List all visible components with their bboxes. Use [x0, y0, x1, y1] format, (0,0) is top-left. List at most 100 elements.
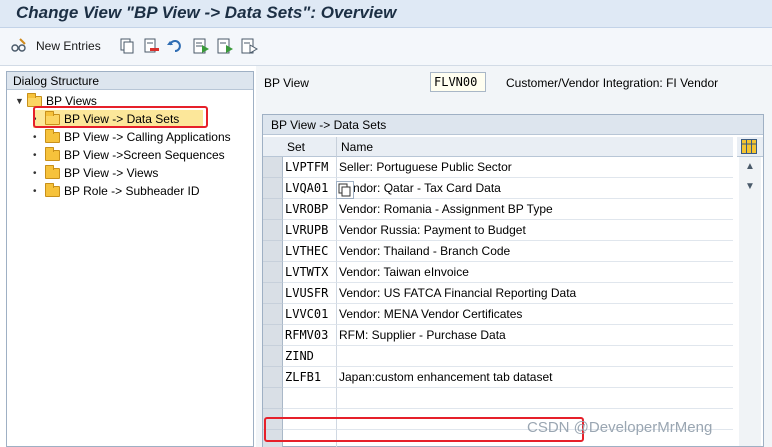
- cell-set[interactable]: LVPTFM: [283, 157, 337, 178]
- delete-button[interactable]: [142, 36, 160, 56]
- cell-name[interactable]: Seller: Portuguese Public Sector: [337, 157, 733, 178]
- table-row[interactable]: RFMV03 RFM: Supplier - Purchase Data: [263, 325, 733, 346]
- tree-item-calling-applications[interactable]: • BP View -> Calling Applications: [33, 128, 231, 146]
- cell-name[interactable]: Vendor: Romania - Assignment BP Type: [337, 199, 733, 220]
- undo-icon: [166, 37, 184, 55]
- row-selector[interactable]: [263, 262, 283, 283]
- folder-icon: [45, 182, 60, 197]
- cell-name[interactable]: Vendor Russia: Payment to Budget: [337, 220, 733, 241]
- folder-icon: [45, 164, 60, 179]
- select-all-button[interactable]: [192, 36, 210, 56]
- cell-set[interactable]: LVRUPB: [283, 220, 337, 241]
- cell-name[interactable]: Vendor: US FATCA Financial Reporting Dat…: [337, 283, 733, 304]
- table-title: BP View -> Data Sets: [263, 115, 763, 135]
- bullet-icon: •: [33, 149, 37, 161]
- dialog-structure-panel: Dialog Structure ▼ BP Views • BP View ->…: [6, 71, 254, 447]
- tree-item-data-sets[interactable]: • BP View -> Data Sets: [33, 110, 203, 128]
- cell-name[interactable]: Vendor: Thailand - Branch Code: [337, 241, 733, 262]
- row-selector[interactable]: [263, 346, 283, 367]
- scroll-down-arrow-icon[interactable]: ▼: [739, 181, 761, 197]
- row-selector[interactable]: [263, 409, 283, 430]
- table-row[interactable]: LVVC01 Vendor: MENA Vendor Certificates: [263, 304, 733, 325]
- select-all-icon: [192, 37, 210, 55]
- watermark: CSDN @DeveloperMrMeng: [527, 419, 713, 436]
- cell-set[interactable]: LVTHEC: [283, 241, 337, 262]
- row-selector[interactable]: [263, 178, 283, 199]
- cell-name[interactable]: [337, 388, 733, 409]
- folder-open-icon: [45, 110, 60, 125]
- tree-item-views[interactable]: • BP View -> Views: [33, 164, 158, 182]
- row-selector[interactable]: [263, 241, 283, 262]
- row-selector[interactable]: [263, 325, 283, 346]
- cell-set[interactable]: [283, 409, 337, 430]
- bullet-icon: •: [33, 185, 37, 197]
- cell-set[interactable]: LVQA01: [283, 178, 337, 199]
- table-row[interactable]: LVQA01 Vendor: Qatar - Tax Card Data: [263, 178, 733, 199]
- cell-set[interactable]: [283, 430, 337, 447]
- table-row[interactable]: LVROBP Vendor: Romania - Assignment BP Ty…: [263, 199, 733, 220]
- bullet-icon: •: [33, 167, 37, 179]
- glasses-pencil-icon: [10, 37, 28, 55]
- row-selector[interactable]: [263, 157, 283, 178]
- row-selector[interactable]: [263, 430, 283, 447]
- tree-item-subheader-id[interactable]: • BP Role -> Subheader ID: [33, 182, 200, 200]
- bullet-icon: •: [33, 113, 37, 125]
- row-selector[interactable]: [263, 388, 283, 409]
- delete-icon: [142, 37, 160, 55]
- row-selector[interactable]: [263, 220, 283, 241]
- column-header-set[interactable]: Set: [283, 137, 337, 157]
- expand-arrow-icon[interactable]: ▼: [15, 96, 25, 106]
- tree-item-screen-sequences[interactable]: • BP View ->Screen Sequences: [33, 146, 225, 164]
- table-row[interactable]: ZIND: [263, 346, 733, 367]
- cell-set[interactable]: LVROBP: [283, 199, 337, 220]
- cell-name[interactable]: [337, 346, 733, 367]
- cell-set[interactable]: LVTWTX: [283, 262, 337, 283]
- cell-set[interactable]: LVVC01: [283, 304, 337, 325]
- cell-name[interactable]: Vendor: MENA Vendor Certificates: [337, 304, 733, 325]
- window-title: Change View "BP View -> Data Sets": Over…: [16, 3, 397, 22]
- bp-view-description: Customer/Vendor Integration: FI Vendor: [506, 76, 719, 90]
- undo-button[interactable]: [166, 36, 184, 56]
- tree-item-label: BP Role -> Subheader ID: [64, 184, 200, 198]
- cell-set[interactable]: [283, 388, 337, 409]
- select-all-column-header[interactable]: [263, 137, 283, 157]
- cell-name[interactable]: Vendor: Taiwan eInvoice: [337, 262, 733, 283]
- row-selector[interactable]: [263, 367, 283, 388]
- column-settings-button[interactable]: [737, 137, 763, 157]
- copy-button[interactable]: [118, 36, 136, 56]
- deselect-all-button[interactable]: [240, 36, 259, 56]
- bp-view-label: BP View: [264, 76, 309, 90]
- tree-root-bp-views[interactable]: ▼ BP Views: [15, 92, 97, 110]
- table-row[interactable]: LVTWTX Vendor: Taiwan eInvoice: [263, 262, 733, 283]
- table-row[interactable]: [263, 388, 733, 409]
- copy-small-icon: [337, 182, 353, 201]
- table-row[interactable]: LVUSFR Vendor: US FATCA Financial Reporti…: [263, 283, 733, 304]
- cell-name[interactable]: RFM: Supplier - Purchase Data: [337, 325, 733, 346]
- select-block-icon: [216, 37, 234, 55]
- cell-set[interactable]: LVUSFR: [283, 283, 337, 304]
- table-row[interactable]: LVTHEC Vendor: Thailand - Branch Code: [263, 241, 733, 262]
- vertical-scrollbar[interactable]: ▲ ▼: [739, 157, 761, 446]
- row-selector[interactable]: [263, 199, 283, 220]
- table-row[interactable]: LVPTFM Seller: Portuguese Public Sector: [263, 157, 733, 178]
- new-entries-button[interactable]: New Entries: [10, 36, 101, 56]
- table-row[interactable]: LVRUPB Vendor Russia: Payment to Budget: [263, 220, 733, 241]
- copy-icon: [118, 37, 136, 55]
- row-selector[interactable]: [263, 304, 283, 325]
- cell-name[interactable]: Japan:custom enhancement tab dataset: [337, 367, 733, 388]
- folder-icon: [45, 128, 60, 143]
- cell-set[interactable]: ZIND: [283, 346, 337, 367]
- row-selector[interactable]: [263, 283, 283, 304]
- cell-set[interactable]: ZLFB1: [283, 367, 337, 388]
- table-settings-icon: [741, 139, 757, 157]
- title-bar: Change View "BP View -> Data Sets": Over…: [0, 0, 772, 28]
- table-row[interactable]: ZLFB1 Japan:custom enhancement tab datase…: [263, 367, 733, 388]
- column-header-name[interactable]: Name: [337, 137, 733, 157]
- cell-set[interactable]: RFMV03: [283, 325, 337, 346]
- scroll-up-arrow-icon[interactable]: ▲: [739, 161, 761, 177]
- select-block-button[interactable]: [216, 36, 234, 56]
- value-help-button[interactable]: [336, 181, 354, 199]
- bp-view-field[interactable]: FLVN00: [430, 72, 486, 92]
- cell-name[interactable]: Vendor: Qatar - Tax Card Data: [337, 178, 733, 199]
- new-entries-label: New Entries: [36, 39, 101, 53]
